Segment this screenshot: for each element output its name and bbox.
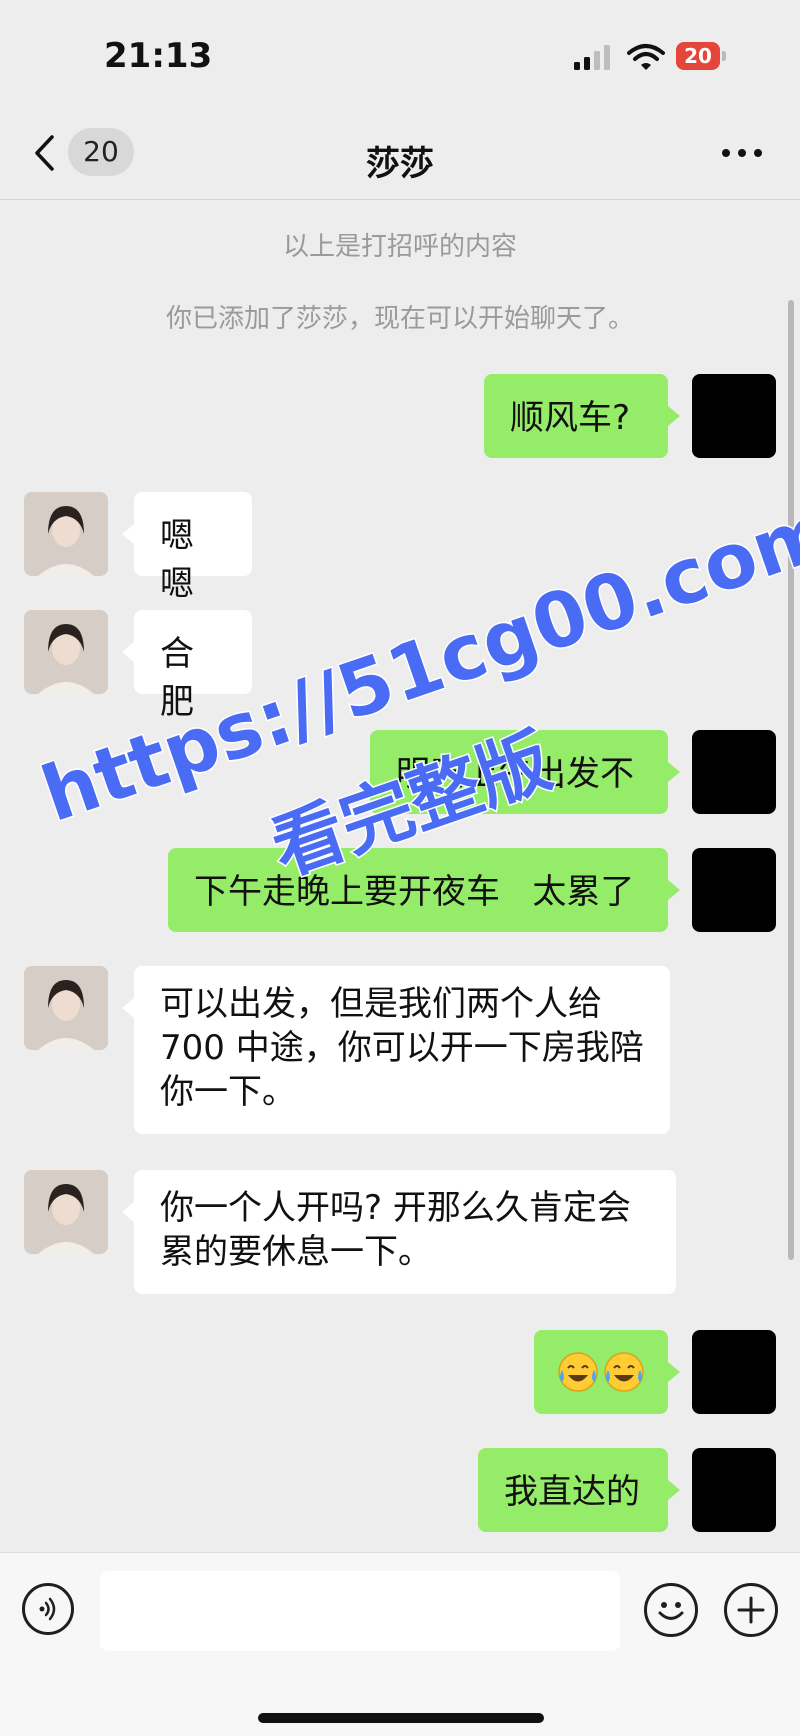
outgoing-emoji-bubble[interactable]: [534, 1330, 668, 1414]
signal-icon: [574, 45, 610, 70]
message-text-line: 累的要休息一下。: [160, 1232, 432, 1272]
bubble-tail: [668, 762, 680, 782]
bubble-tail: [668, 1362, 680, 1382]
status-time: 21:13: [104, 36, 213, 76]
wifi-icon: [627, 44, 665, 70]
contact-photo-icon: [24, 966, 108, 1050]
home-indicator[interactable]: [258, 1713, 544, 1723]
plus-icon: [737, 1596, 765, 1624]
outgoing-message-bubble[interactable]: 顺风车?: [484, 374, 668, 458]
emoji-icon: [658, 1602, 684, 1620]
self-avatar[interactable]: [692, 848, 776, 932]
bubble-tail: [668, 406, 680, 426]
message-text: 嗯嗯: [160, 516, 194, 604]
voice-icon: [39, 1597, 56, 1621]
battery-level: 20: [676, 42, 720, 70]
incoming-message-bubble[interactable]: 你一个人开吗? 开那么久肯定会 累的要休息一下。: [134, 1170, 676, 1294]
nav-divider: [0, 199, 800, 200]
battery-tip: [722, 51, 726, 61]
incoming-message-bubble[interactable]: 合肥: [134, 610, 252, 722]
message-input[interactable]: [100, 1571, 620, 1651]
self-avatar[interactable]: [692, 1448, 776, 1532]
outgoing-message-bubble[interactable]: 我直达的: [478, 1448, 668, 1532]
message-text-line: 你一下。: [160, 1072, 296, 1112]
message-text: 明天上午出发不: [396, 754, 634, 794]
message-text: 我直达的: [504, 1472, 640, 1512]
nav-bar: 20 莎莎: [0, 110, 800, 200]
message-text: 下午走晚上要开夜车 太累了: [194, 872, 635, 912]
message-text: 顺风车?: [510, 398, 631, 438]
message-text-line: 可以出发，但是我们两个人给: [160, 984, 602, 1024]
emoji-button[interactable]: [644, 1583, 698, 1637]
crying-laughing-emoji-icon: [558, 1352, 644, 1392]
contact-avatar[interactable]: [24, 492, 108, 576]
system-notice: 以上是打招呼的内容: [282, 232, 517, 262]
bubble-tail: [668, 1480, 680, 1500]
voice-button[interactable]: [22, 1583, 74, 1635]
contact-photo-icon: [24, 492, 108, 576]
more-options-icon[interactable]: [718, 138, 766, 168]
bubble-tail: [122, 642, 134, 662]
bubble-tail: [668, 880, 680, 900]
status-bar: 21:13 20: [0, 0, 800, 110]
input-bar: [0, 1552, 800, 1736]
self-avatar[interactable]: [692, 1330, 776, 1414]
system-notice: 你已添加了莎莎，现在可以开始聊天了。: [165, 304, 634, 334]
contact-avatar[interactable]: [24, 1170, 108, 1254]
self-avatar[interactable]: [692, 730, 776, 814]
incoming-message-bubble[interactable]: 可以出发，但是我们两个人给 700 中途，你可以开一下房我陪 你一下。: [134, 966, 670, 1134]
contact-avatar[interactable]: [24, 966, 108, 1050]
plus-button[interactable]: [724, 1583, 778, 1637]
chat-screen: 21:13 20 20 莎莎 以上是打招呼的内容 你已添加了莎莎，现在可以开始聊…: [0, 0, 800, 1736]
contact-avatar[interactable]: [24, 610, 108, 694]
scroll-indicator[interactable]: [788, 300, 794, 1260]
contact-photo-icon: [24, 610, 108, 694]
bubble-tail: [122, 998, 134, 1018]
self-avatar[interactable]: [692, 374, 776, 458]
message-text: 合肥: [160, 634, 194, 722]
contact-photo-icon: [24, 1170, 108, 1254]
incoming-message-bubble[interactable]: 嗯嗯: [134, 492, 252, 604]
message-text-line: 700 中途，你可以开一下房我陪: [160, 1028, 644, 1068]
battery-indicator: 20: [676, 42, 728, 72]
outgoing-message-bubble[interactable]: 下午走晚上要开夜车 太累了: [168, 848, 668, 932]
outgoing-message-bubble[interactable]: 明天上午出发不: [370, 730, 668, 814]
chat-title: 莎莎: [366, 144, 434, 184]
bubble-tail: [122, 1202, 134, 1222]
bubble-tail: [122, 524, 134, 544]
message-text-line: 你一个人开吗? 开那么久肯定会: [160, 1188, 631, 1228]
